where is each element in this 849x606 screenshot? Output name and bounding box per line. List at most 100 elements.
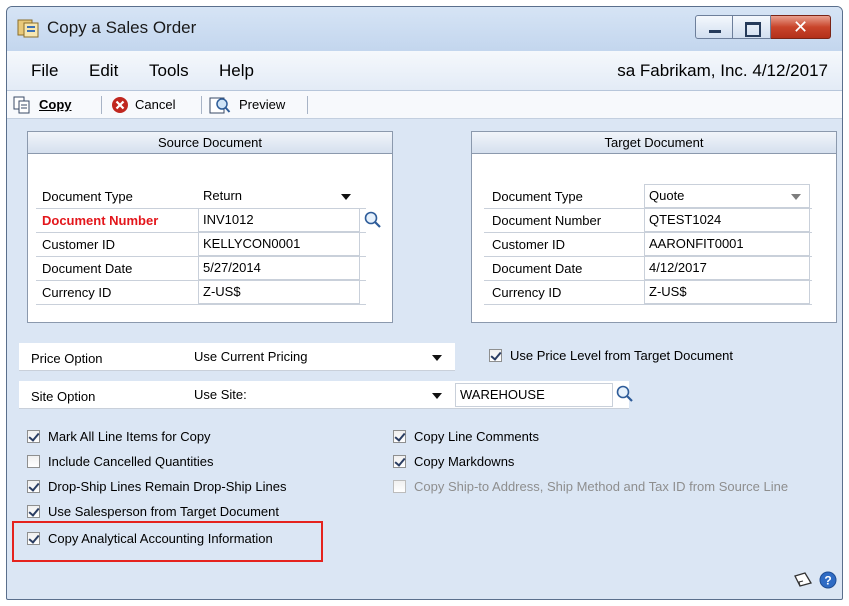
source-currency-id-field: Z-US$: [198, 280, 360, 304]
source-currency-id-value: Z-US$: [203, 284, 241, 299]
source-document-group: Source Document Document Type Return Doc…: [27, 131, 393, 323]
target-doc-date-field[interactable]: 4/12/2017: [644, 256, 810, 280]
site-option-row: Site Option Use Site: WAREHOUSE: [19, 381, 633, 409]
source-currency-id-label: Currency ID: [42, 285, 112, 300]
copy-markdowns-label: Copy Markdowns: [414, 454, 515, 469]
highlight-box: [12, 521, 323, 562]
source-doc-date-value: 5/27/2014: [203, 260, 261, 275]
price-option-label: Price Option: [31, 351, 103, 366]
status-date: 4/12/2017: [752, 61, 828, 80]
window-title: Copy a Sales Order: [47, 18, 197, 37]
target-customer-id-field[interactable]: AARONFIT0001: [644, 232, 810, 256]
use-salesperson-label: Use Salesperson from Target Document: [48, 504, 279, 519]
price-option-row: Price Option Use Current Pricing: [19, 343, 455, 371]
copy-icon: [13, 96, 30, 114]
preview-button[interactable]: Preview: [209, 95, 301, 115]
lookup-icon[interactable]: [363, 210, 383, 230]
target-customer-id-value: AARONFIT0001: [649, 236, 744, 251]
help-icon[interactable]: ?: [819, 571, 837, 589]
target-customer-id-label: Customer ID: [492, 237, 565, 252]
target-document-title: Target Document: [472, 132, 836, 154]
target-doc-number-field[interactable]: QTEST1024: [644, 208, 810, 232]
row-divider: [36, 304, 366, 305]
source-doc-type-value: Return: [203, 188, 243, 203]
target-doc-type-label: Document Type: [492, 189, 583, 204]
menu-help[interactable]: Help: [219, 61, 254, 81]
checkbox-box[interactable]: [27, 505, 40, 518]
site-option-dropdown[interactable]: Use Site:: [189, 383, 453, 407]
source-doc-type-label: Document Type: [42, 189, 133, 204]
source-customer-id-value: KELLYCON0001: [203, 236, 301, 251]
site-id-value: WAREHOUSE: [460, 387, 545, 402]
maximize-button[interactable]: [733, 15, 771, 39]
title-bar: Copy a Sales Order ✕: [7, 7, 842, 51]
toolbar: Copy Cancel Preview: [7, 91, 842, 119]
source-doc-number-label: Document Number: [42, 213, 159, 228]
row-divider: [36, 208, 366, 209]
row-divider: [484, 280, 812, 281]
target-currency-id-field[interactable]: Z-US$: [644, 280, 810, 304]
target-currency-id-label: Currency ID: [492, 285, 562, 300]
source-doc-number-field[interactable]: INV1012: [198, 208, 360, 232]
close-icon: ✕: [792, 17, 809, 37]
source-doc-type-dropdown[interactable]: Return: [198, 184, 360, 208]
cancel-button[interactable]: Cancel: [111, 95, 191, 115]
target-currency-id-value: Z-US$: [649, 284, 687, 299]
row-divider: [36, 256, 366, 257]
include-cancelled-quantities-label: Include Cancelled Quantities: [48, 454, 214, 469]
price-option-dropdown[interactable]: Use Current Pricing: [189, 345, 453, 369]
chevron-down-icon: [432, 355, 442, 361]
copy-ship-to-address-label: Copy Ship-to Address, Ship Method and Ta…: [414, 479, 789, 494]
mark-all-line-items-label: Mark All Line Items for Copy: [48, 429, 211, 444]
checkbox-box[interactable]: [489, 349, 502, 362]
target-doc-type-dropdown[interactable]: Quote: [644, 184, 810, 208]
copy-label: Copy: [39, 97, 72, 112]
toolbar-separator: [201, 96, 202, 114]
source-document-title: Source Document: [28, 132, 392, 154]
menu-tools[interactable]: Tools: [149, 61, 189, 81]
target-doc-type-value: Quote: [649, 188, 685, 203]
chevron-down-icon: [432, 393, 442, 399]
chevron-down-icon: [791, 194, 801, 200]
checkbox-box: [393, 480, 406, 493]
target-doc-number-label: Document Number: [492, 213, 602, 228]
checkbox-box[interactable]: [27, 480, 40, 493]
row-divider: [484, 256, 812, 257]
row-divider: [484, 208, 812, 209]
use-price-level-label: Use Price Level from Target Document: [510, 348, 734, 363]
source-doc-date-field: 5/27/2014: [198, 256, 360, 280]
status-company: Fabrikam, Inc.: [639, 61, 748, 80]
status-user: sa: [617, 61, 636, 80]
drop-ship-lines-label: Drop-Ship Lines Remain Drop-Ship Lines: [48, 479, 287, 494]
site-id-field[interactable]: WAREHOUSE: [455, 383, 613, 407]
checkbox-box[interactable]: [27, 430, 40, 443]
checkbox-box[interactable]: [27, 455, 40, 468]
preview-icon: [209, 97, 231, 114]
source-customer-id-field: KELLYCON0001: [198, 232, 360, 256]
close-button[interactable]: ✕: [771, 15, 831, 39]
source-doc-number-value: INV1012: [203, 212, 254, 227]
menu-edit[interactable]: Edit: [89, 61, 118, 81]
cancel-label: Cancel: [135, 97, 176, 112]
lookup-icon[interactable]: [615, 384, 635, 404]
row-divider: [484, 304, 812, 305]
preview-label: Preview: [239, 97, 286, 112]
source-customer-id-label: Customer ID: [42, 237, 115, 252]
site-option-label: Site Option: [31, 389, 96, 404]
menu-file[interactable]: File: [31, 61, 58, 81]
target-doc-date-value: 4/12/2017: [649, 260, 707, 275]
row-divider: [484, 232, 812, 233]
row-divider: [36, 232, 366, 233]
toolbar-separator: [101, 96, 102, 114]
minimize-button[interactable]: [695, 15, 733, 39]
target-doc-date-label: Document Date: [492, 261, 583, 276]
copy-line-comments-label: Copy Line Comments: [414, 429, 539, 444]
copy-button[interactable]: Copy: [13, 95, 91, 115]
row-divider: [36, 280, 366, 281]
status-info: sa Fabrikam, Inc. 4/12/2017: [617, 61, 828, 81]
checkbox-box[interactable]: [393, 455, 406, 468]
target-document-group: Target Document Document Type Quote Docu…: [471, 131, 837, 323]
menu-bar: File Edit Tools Help sa Fabrikam, Inc. 4…: [7, 51, 842, 91]
note-icon[interactable]: [793, 571, 813, 589]
checkbox-box[interactable]: [393, 430, 406, 443]
